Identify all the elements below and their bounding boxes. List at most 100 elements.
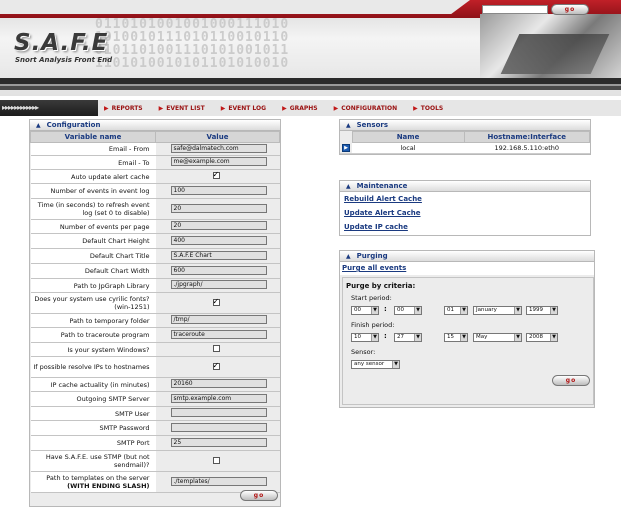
table-row[interactable]: ▶ local 192.168.5.110:eth0	[340, 142, 590, 154]
maintenance-panel-header[interactable]: ▲ Maintenance	[340, 181, 590, 192]
purging-panel-header[interactable]: ▲ Purging	[340, 251, 594, 262]
table-row: If possible resolve IPs to hostnames	[30, 356, 280, 378]
nav-item-label: CONFIGURATION	[341, 104, 398, 112]
row-label-bold: (WITH ENDING SLASH)	[67, 482, 150, 490]
nav-item-configuration[interactable]: ▶ CONFIGURATION	[328, 100, 408, 116]
sensor-select[interactable]: any sensor ▼	[351, 360, 400, 369]
temp-folder-field[interactable]: /tmp/	[170, 315, 267, 324]
collapse-triangle-icon[interactable]: ▲	[36, 122, 41, 129]
table-row: Number of events in event log 100	[30, 183, 280, 199]
smtp-user-field[interactable]	[170, 408, 267, 417]
start-month-select[interactable]: January ▼	[473, 306, 522, 315]
chart-height-field[interactable]: 400	[170, 235, 267, 245]
purge-go-button[interactable]: go	[552, 375, 590, 386]
update-ip-cache-link[interactable]: Update IP cache	[340, 220, 590, 234]
row-label: Email - From	[30, 142, 156, 156]
resolve-ips-checkbox[interactable]	[212, 361, 220, 370]
start-year-select[interactable]: 1999 ▼	[526, 306, 558, 315]
nav-arrows-decoration: ▸▸▸▸▸▸▸▸▸▸▸▸	[2, 103, 39, 112]
search-input[interactable]	[482, 5, 548, 14]
jpgraph-path-field[interactable]: ./jpgraph/	[170, 280, 267, 289]
finish-day-select[interactable]: 15 ▼	[444, 333, 468, 342]
email-to-field[interactable]: me@example.com	[170, 157, 267, 166]
configuration-panel-header[interactable]: ▲ Configuration	[30, 120, 280, 131]
row-label: Default Chart Title	[30, 248, 156, 264]
table-row: Is your system Windows?	[30, 342, 280, 357]
table-row: Path to traceroute program traceroute	[30, 327, 280, 343]
row-label: Does your system use cyrilic fonts? (win…	[30, 292, 156, 314]
nav-item-event-log[interactable]: ▶ EVENT LOG	[215, 100, 276, 116]
header-binary-art: 0110101001001000111010 10100101110101100…	[95, 18, 290, 70]
start-period-label: Start period:	[351, 294, 392, 302]
nav-item-reports[interactable]: ▶ REPORTS	[98, 100, 153, 116]
table-row: Default Chart Width 600	[30, 263, 280, 279]
column-header-value: Value	[155, 131, 280, 143]
finish-year-select[interactable]: 2008 ▼	[526, 333, 558, 342]
chart-width-field[interactable]: 600	[170, 265, 267, 275]
header-dark-band-2	[0, 86, 621, 90]
chevron-down-icon: ▼	[460, 307, 467, 314]
header-bar-cut	[0, 0, 470, 14]
row-label: SMTP Password	[30, 420, 156, 436]
cyrillic-fonts-checkbox[interactable]	[212, 297, 220, 306]
email-from-field[interactable]: safe@dalmatech.com	[170, 143, 267, 153]
configuration-panel: ▲ Configuration Variable name Value Emai…	[29, 119, 281, 507]
row-label: Number of events per page	[30, 219, 156, 234]
smtp-server-field[interactable]: smtp.example.com	[170, 393, 267, 403]
row-label: Path to traceroute program	[30, 327, 156, 343]
start-hour-select[interactable]: 00 ▼	[351, 306, 379, 315]
chevron-down-icon: ▼	[550, 307, 557, 314]
collapse-triangle-icon[interactable]: ▲	[346, 183, 351, 190]
start-day-select[interactable]: 01 ▼	[444, 306, 468, 315]
collapse-triangle-icon[interactable]: ▲	[346, 253, 351, 260]
sensors-panel-header[interactable]: ▲ Sensors	[340, 120, 590, 131]
nav-item-label: EVENT LIST	[166, 104, 205, 112]
chevron-down-icon: ▼	[414, 334, 421, 341]
row-label: Have S.A.F.E. use STMP (but not sendmail…	[30, 450, 156, 472]
traceroute-path-field[interactable]: traceroute	[170, 329, 267, 339]
time-separator: :	[384, 305, 387, 313]
nav-item-tools[interactable]: ▶ TOOLS	[407, 100, 453, 116]
smtp-password-field[interactable]	[170, 422, 267, 432]
events-per-page-field[interactable]: 20	[170, 221, 267, 230]
configuration-table: Variable name Value Email - From safe@dal…	[30, 131, 280, 493]
panel-title: Purging	[356, 252, 388, 260]
row-label-text: Path to templates on the server	[46, 474, 150, 482]
row-label: Time (in seconds) to refresh event log (…	[30, 198, 156, 220]
nav-item-label: REPORTS	[111, 104, 143, 112]
rebuild-alert-cache-link[interactable]: Rebuild Alert Cache	[340, 192, 590, 206]
app-logo[interactable]: S.A.F.E	[14, 30, 108, 56]
nav-menu: ▶ REPORTS ▶ EVENT LIST ▶ EVENT LOG ▶ GRAPHS …	[98, 100, 621, 116]
purge-all-events-link[interactable]: Purge all events	[340, 262, 594, 275]
row-label: Path to JpGraph Library	[30, 278, 156, 293]
windows-system-checkbox[interactable]	[212, 345, 220, 352]
refresh-interval-field[interactable]: 20	[170, 203, 267, 213]
collapse-triangle-icon[interactable]: ▲	[346, 122, 351, 129]
smtp-port-field[interactable]: 25	[170, 437, 267, 447]
nav-item-label: TOOLS	[420, 104, 444, 112]
chart-title-field[interactable]: S.A.F.E Chart	[170, 250, 267, 260]
finish-minute-select[interactable]: 27 ▼	[394, 333, 422, 342]
panel-title: Configuration	[46, 121, 101, 129]
auto-update-cache-checkbox[interactable]	[212, 170, 220, 179]
finish-hour-select[interactable]: 10 ▼	[351, 333, 379, 342]
ip-cache-actuality-field[interactable]: 20160	[170, 379, 267, 388]
nav-item-label: EVENT LOG	[228, 104, 267, 112]
caret-right-icon: ▶	[282, 104, 287, 112]
search-go-button[interactable]: go	[551, 4, 589, 15]
nav-item-event-list[interactable]: ▶ EVENT LIST	[153, 100, 215, 116]
column-header-hostname: Hostname:Interface	[463, 131, 590, 143]
sensor-icon[interactable]: ▶	[342, 144, 350, 153]
header-photo	[480, 14, 621, 78]
table-row: Number of events per page 20	[30, 219, 280, 234]
update-alert-cache-link[interactable]: Update Alert Cache	[340, 206, 590, 220]
nav-item-graphs[interactable]: ▶ GRAPHS	[276, 100, 328, 116]
templates-path-field[interactable]: ./templates/	[170, 476, 267, 486]
use-smtp-checkbox[interactable]	[212, 456, 220, 464]
events-in-log-field[interactable]: 100	[170, 185, 267, 195]
finish-month-select[interactable]: May ▼	[473, 333, 522, 342]
start-minute-select[interactable]: 00 ▼	[394, 306, 422, 315]
panel-title: Sensors	[356, 121, 388, 129]
table-row: IP cache actuality (in minutes) 20160	[30, 377, 280, 392]
save-configuration-go-button[interactable]: go	[240, 490, 278, 501]
